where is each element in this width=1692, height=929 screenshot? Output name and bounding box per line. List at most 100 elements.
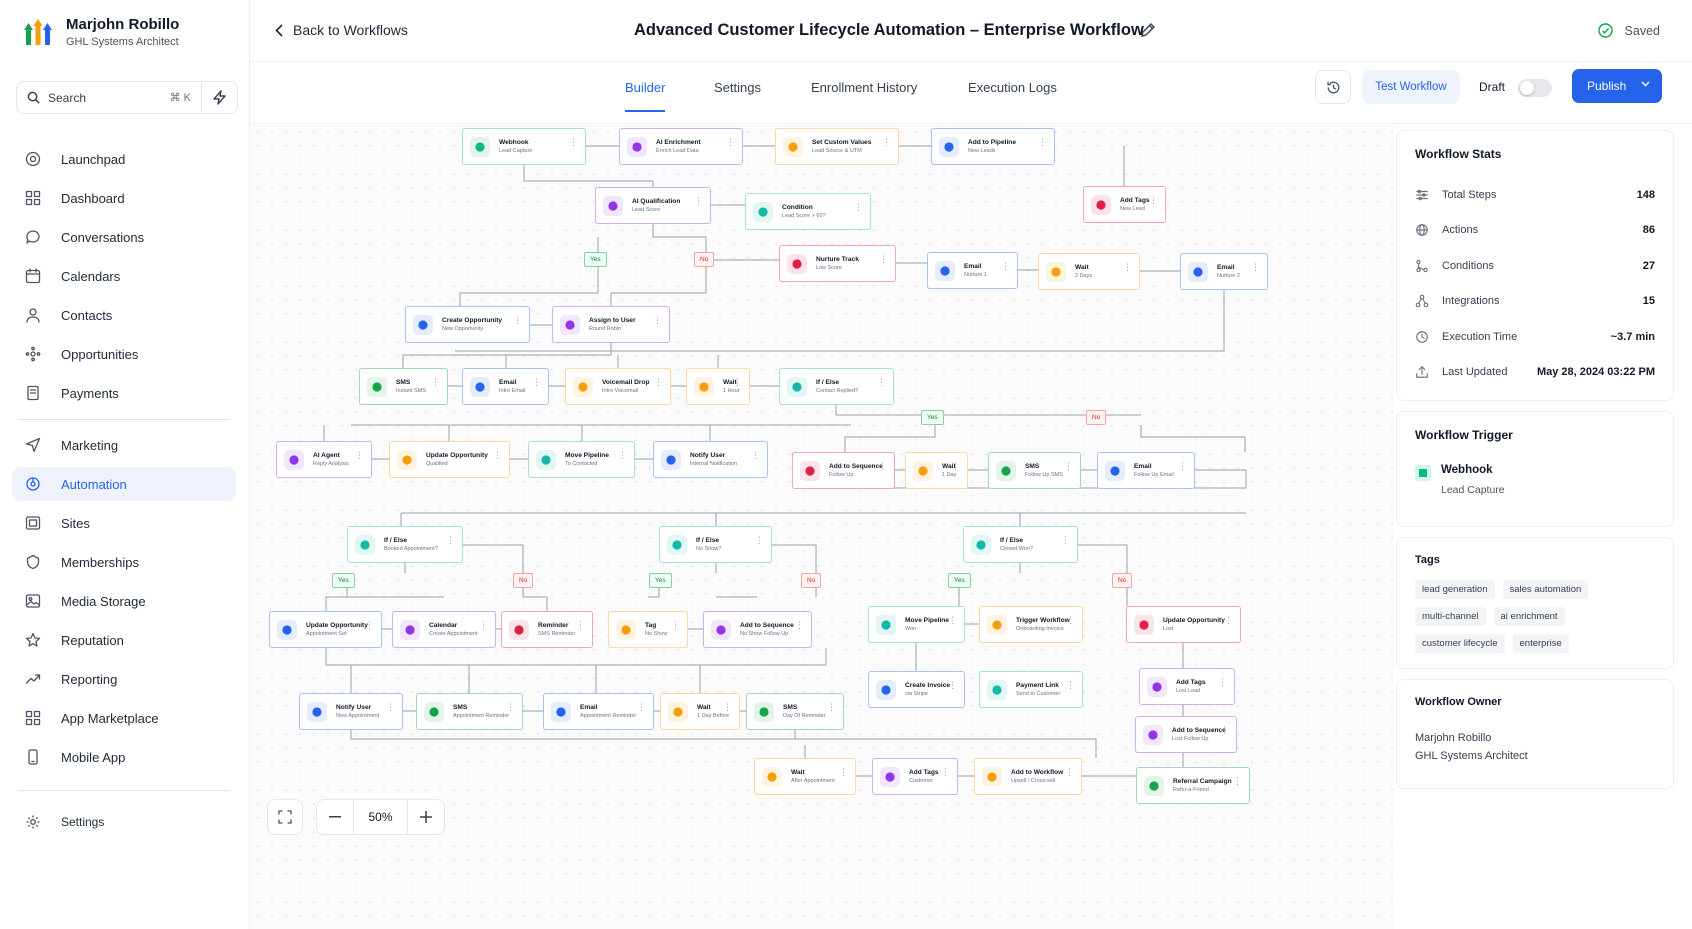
node-menu-icon[interactable]: ⋮ [446, 536, 455, 545]
workflow-node[interactable]: Calendar Create Appointment ⋮ [392, 611, 496, 648]
workflow-node[interactable]: Wait 1 Hour ⋮ [686, 368, 750, 405]
sidebar-item-memberships[interactable]: Memberships [12, 545, 236, 579]
workflow-node[interactable]: Update Opportunity Appointment Set ⋮ [269, 611, 382, 648]
node-menu-icon[interactable]: ⋮ [1038, 138, 1047, 147]
node-menu-icon[interactable]: ⋮ [653, 316, 662, 325]
workflow-node[interactable]: Wait 1 Day ⋮ [905, 452, 968, 489]
test-workflow-button[interactable]: Test Workflow [1362, 70, 1460, 104]
sidebar-item-payments[interactable]: Payments [12, 376, 236, 410]
node-menu-icon[interactable]: ⋮ [733, 378, 742, 387]
node-menu-icon[interactable]: ⋮ [1251, 263, 1260, 272]
workflow-node[interactable]: Wait 1 Day Before ⋮ [660, 693, 740, 730]
tag-chip[interactable]: enterprise [1512, 634, 1569, 653]
node-menu-icon[interactable]: ⋮ [532, 378, 541, 387]
quick-actions-button[interactable] [202, 81, 238, 114]
node-menu-icon[interactable]: ⋮ [513, 316, 522, 325]
sidebar-item-marketing[interactable]: Marketing [12, 428, 236, 462]
workflow-node[interactable]: Reminder SMS Reminder ⋮ [501, 611, 593, 648]
node-menu-icon[interactable]: ⋮ [365, 621, 374, 630]
workflow-node[interactable]: Voicemail Drop Intro Voicemail ⋮ [565, 368, 671, 405]
node-menu-icon[interactable]: ⋮ [637, 703, 646, 712]
workflow-node[interactable]: AI Qualification Lead Score ⋮ [595, 187, 711, 224]
node-menu-icon[interactable]: ⋮ [1065, 768, 1074, 777]
node-menu-icon[interactable]: ⋮ [1220, 726, 1229, 735]
workflow-node[interactable]: AI Enrichment Enrich Lead Data ⋮ [619, 128, 743, 165]
node-menu-icon[interactable]: ⋮ [877, 378, 886, 387]
node-menu-icon[interactable]: ⋮ [795, 621, 804, 630]
node-menu-icon[interactable]: ⋮ [1066, 681, 1075, 690]
workflow-node[interactable]: Tag No Show ⋮ [608, 611, 688, 648]
tag-chip[interactable]: multi-channel [1415, 607, 1486, 626]
node-menu-icon[interactable]: ⋮ [854, 203, 863, 212]
workflow-node[interactable]: Assign to User Round Robin ⋮ [552, 306, 670, 343]
sidebar-item-dashboard[interactable]: Dashboard [12, 181, 236, 215]
workflow-node[interactable]: Webhook Lead Capture ⋮ [462, 128, 586, 165]
node-menu-icon[interactable]: ⋮ [654, 378, 663, 387]
fit-view-button[interactable] [267, 799, 303, 835]
sidebar-item-reporting[interactable]: Reporting [12, 662, 236, 696]
workflow-node[interactable]: Email Nurture 2 ⋮ [1180, 253, 1268, 290]
sidebar-item-automation[interactable]: Automation [12, 467, 236, 501]
workflow-node[interactable]: Create Opportunity New Opportunity ⋮ [405, 306, 530, 343]
node-menu-icon[interactable]: ⋮ [618, 451, 627, 460]
node-menu-icon[interactable]: ⋮ [879, 255, 888, 264]
node-menu-icon[interactable]: ⋮ [827, 703, 836, 712]
workflow-node[interactable]: Notify User Internal Notification ⋮ [653, 441, 768, 478]
workflow-node[interactable]: Add Tags New Lead ⋮ [1083, 186, 1166, 223]
workflow-node[interactable]: Email Intro Email ⋮ [462, 368, 549, 405]
node-menu-icon[interactable]: ⋮ [671, 621, 680, 630]
workflow-node[interactable]: Add to Sequence Follow Up ⋮ [792, 452, 895, 489]
draft-toggle[interactable] [1518, 79, 1552, 97]
node-menu-icon[interactable]: ⋮ [479, 621, 488, 630]
tag-chip[interactable]: ai enrichment [1493, 607, 1565, 626]
node-menu-icon[interactable]: ⋮ [882, 138, 891, 147]
node-menu-icon[interactable]: ⋮ [355, 451, 364, 460]
node-menu-icon[interactable]: ⋮ [878, 462, 887, 471]
node-menu-icon[interactable]: ⋮ [755, 536, 764, 545]
sidebar-item-mobile-app[interactable]: Mobile App [12, 740, 236, 774]
workflow-node[interactable]: SMS Instant SMS ⋮ [359, 368, 448, 405]
node-menu-icon[interactable]: ⋮ [1061, 536, 1070, 545]
back-to-workflows-link[interactable]: Back to Workflows [275, 22, 408, 38]
workflow-node[interactable]: Add to Workflow Upsell / Cross-sell ⋮ [974, 758, 1082, 795]
node-menu-icon[interactable]: ⋮ [951, 462, 960, 471]
workflow-node[interactable]: Add Tags Lost Lead ⋮ [1139, 668, 1235, 705]
workflow-node[interactable]: Email Appointment Reminder ⋮ [543, 693, 654, 730]
node-menu-icon[interactable]: ⋮ [726, 138, 735, 147]
workflow-node[interactable]: Add to Sequence No Show Follow Up ⋮ [703, 611, 812, 648]
node-menu-icon[interactable]: ⋮ [569, 138, 578, 147]
workflow-node[interactable]: If / Else No Show? ⋮ [659, 526, 772, 563]
workflow-node[interactable]: Referral Campaign Refer-a-Friend ⋮ [1136, 767, 1250, 804]
node-menu-icon[interactable]: ⋮ [386, 703, 395, 712]
node-menu-icon[interactable]: ⋮ [1218, 678, 1227, 687]
zoom-out-button[interactable] [317, 800, 353, 834]
workflow-node[interactable]: If / Else Booked Appointment? ⋮ [347, 526, 463, 563]
tag-chip[interactable]: lead generation [1415, 580, 1495, 599]
workflow-node[interactable]: Nurture Track Low Score ⋮ [779, 245, 896, 282]
workflow-node[interactable]: Update Opportunity Qualified ⋮ [389, 441, 510, 478]
workflow-node[interactable]: Move Pipeline To Contacted ⋮ [528, 441, 635, 478]
node-menu-icon[interactable]: ⋮ [493, 451, 502, 460]
workflow-node[interactable]: If / Else Closed Won? ⋮ [963, 526, 1078, 563]
sidebar-item-conversations[interactable]: Conversations [12, 220, 236, 254]
node-menu-icon[interactable]: ⋮ [839, 768, 848, 777]
tab-settings[interactable]: Settings [714, 80, 761, 112]
node-menu-icon[interactable]: ⋮ [941, 768, 950, 777]
workflow-canvas[interactable]: Webhook Lead Capture ⋮ AI Enrichment Enrich … [251, 125, 1394, 929]
brand[interactable]: Marjohn Robillo GHL Systems Architect [24, 16, 179, 48]
workflow-node[interactable]: Condition Lead Score > 60? ⋮ [745, 193, 871, 230]
node-menu-icon[interactable]: ⋮ [1001, 262, 1010, 271]
zoom-in-button[interactable] [408, 800, 444, 834]
workflow-node[interactable]: AI Agent Reply Analysis ⋮ [276, 441, 372, 478]
sidebar-item-media-storage[interactable]: Media Storage [12, 584, 236, 618]
tag-chip[interactable]: sales automation [1502, 580, 1589, 599]
workflow-node[interactable]: If / Else Contact Replied? ⋮ [779, 368, 894, 405]
tab-execution-logs[interactable]: Execution Logs [968, 80, 1057, 112]
tab-enrollment-history[interactable]: Enrollment History [811, 80, 917, 112]
workflow-node[interactable]: SMS Appointment Reminder ⋮ [416, 693, 523, 730]
node-menu-icon[interactable]: ⋮ [576, 621, 585, 630]
workflow-node[interactable]: Trigger Workflow Onboarding Invoice ⋮ [979, 606, 1083, 643]
tag-chip[interactable]: customer lifecycle [1415, 634, 1505, 653]
workflow-node[interactable]: Wait After Appointment ⋮ [754, 758, 856, 795]
node-menu-icon[interactable]: ⋮ [1066, 616, 1075, 625]
